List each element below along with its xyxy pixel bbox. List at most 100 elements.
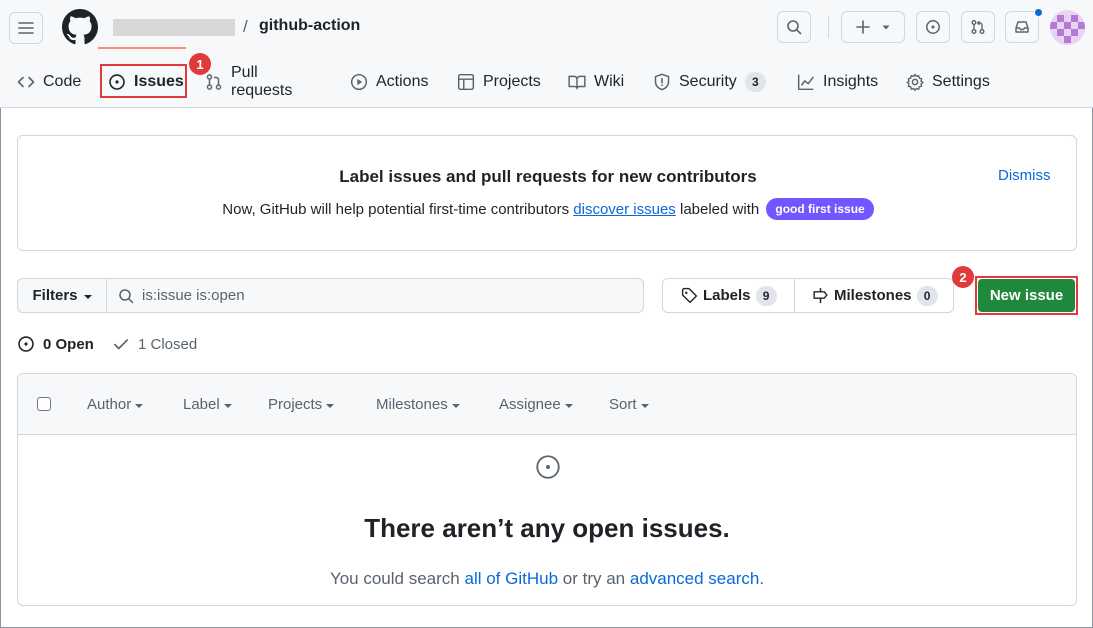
sort-dropdown[interactable]: Sort [609, 396, 649, 413]
user-avatar[interactable] [1050, 10, 1085, 45]
repo-name-link[interactable]: github-action [259, 17, 360, 35]
labels-button[interactable]: Labels 9 [681, 279, 777, 312]
all-of-github-link[interactable]: all of GitHub [464, 569, 558, 588]
book-icon [568, 75, 586, 90]
security-counter: 3 [744, 72, 766, 92]
git-pull-request-icon [971, 20, 985, 34]
tab-security-label: Security [679, 73, 737, 90]
sort-label: Sort [609, 396, 637, 413]
tab-pull-requests[interactable]: Pull requests [205, 64, 292, 99]
tab-settings-label: Settings [932, 73, 990, 90]
search-query: is:issue is:open [142, 287, 245, 304]
discover-issues-link[interactable]: discover issues [573, 201, 676, 218]
closed-issues-toggle[interactable]: 1 Closed [112, 335, 197, 353]
caret-down-icon [326, 403, 335, 408]
tag-icon [681, 287, 698, 304]
git-pull-request-icon [206, 74, 222, 90]
create-new-button[interactable] [841, 11, 905, 43]
your-pull-requests-button[interactable] [961, 11, 995, 43]
projects-filter[interactable]: Projects [268, 396, 335, 413]
author-filter-label: Author [87, 396, 132, 413]
banner-body-text: Now, GitHub will help potential first-ti… [222, 201, 570, 218]
your-issues-button[interactable] [916, 11, 950, 43]
milestones-filter[interactable]: Milestones [376, 396, 460, 413]
open-count: 0 Open [43, 335, 94, 353]
blankslate-mid: or try an [562, 569, 626, 588]
blankslate-prefix: You could search [329, 569, 460, 588]
button-group-divider [794, 279, 795, 312]
filter-bar: Filters is:issue is:open [17, 278, 644, 313]
milestones-button[interactable]: Milestones 0 [812, 279, 938, 312]
tab-security[interactable]: Security 3 [653, 70, 766, 94]
menu-button[interactable] [9, 12, 43, 44]
notification-indicator [1034, 8, 1043, 17]
caret-down-icon [83, 294, 92, 299]
gear-icon [906, 73, 924, 91]
caret-down-icon [640, 403, 649, 408]
code-icon [17, 76, 35, 88]
closed-count: 1 Closed [138, 335, 198, 353]
tab-insights-label: Insights [823, 73, 879, 90]
tab-code[interactable]: Code [17, 70, 81, 94]
search-button[interactable] [777, 11, 811, 43]
banner-body: Now, GitHub will help potential first-ti… [18, 198, 1078, 220]
play-icon [350, 73, 368, 91]
labels-milestones-group: Labels 9 Milestones 0 [662, 278, 954, 313]
projects-filter-label: Projects [268, 396, 323, 413]
shield-icon [654, 73, 670, 91]
issues-tab-highlight [100, 64, 187, 98]
github-logo-icon[interactable] [62, 9, 98, 45]
filters-dropdown-button[interactable]: Filters [18, 279, 107, 312]
search-icon [119, 288, 134, 303]
table-icon [457, 73, 475, 91]
milestones-count: 0 [916, 285, 938, 306]
tab-actions[interactable]: Actions [350, 70, 428, 94]
milestones-filter-label: Milestones [376, 396, 448, 413]
breadcrumb-separator: / [243, 17, 248, 36]
blankslate-title: There aren’t any open issues. [364, 513, 730, 543]
repo-owner-redacted[interactable] [113, 19, 235, 36]
issues-list-header: Author Label Projects Milestones Assigne… [18, 374, 1076, 435]
issue-opened-icon [18, 336, 34, 352]
banner-title: Label issues and pull requests for new c… [339, 167, 757, 186]
triangle-down-icon [882, 25, 890, 30]
step-marker-1: 1 [189, 53, 211, 75]
inbox-button[interactable] [1005, 11, 1039, 43]
step-marker-2: 2 [952, 266, 974, 288]
tab-projects-label: Projects [483, 73, 541, 90]
blankslate-text: You could search all of GitHub or try an… [18, 569, 1076, 589]
search-icon [787, 20, 802, 35]
labels-count: 9 [755, 285, 777, 306]
issue-opened-icon [536, 455, 560, 479]
tab-projects[interactable]: Projects [457, 70, 541, 94]
tab-actions-label: Actions [376, 73, 429, 90]
good-first-issue-label: good first issue [766, 198, 874, 220]
select-all-checkbox[interactable] [37, 397, 51, 411]
advanced-search-link[interactable]: advanced search. [630, 569, 764, 588]
issues-list: Author Label Projects Milestones Assigne… [17, 373, 1077, 606]
filters-label: Filters [32, 287, 78, 304]
contributor-banner: Label issues and pull requests for new c… [17, 135, 1077, 251]
tab-settings[interactable]: Settings [906, 70, 990, 94]
tab-insights[interactable]: Insights [797, 70, 878, 94]
tab-code-label: Code [43, 73, 82, 90]
dismiss-button[interactable]: Dismiss [998, 167, 1051, 184]
labels-label: Labels [703, 287, 751, 304]
assignee-filter-label: Assignee [499, 396, 561, 413]
assignee-filter[interactable]: Assignee [499, 396, 573, 413]
header-divider [828, 16, 829, 38]
tab-pull-requests-label: Pull requests [231, 64, 293, 99]
caret-down-icon [451, 403, 460, 408]
label-filter-label: Label [183, 396, 220, 413]
author-filter[interactable]: Author [87, 396, 144, 413]
plus-icon [856, 20, 870, 34]
issue-opened-icon [926, 20, 940, 34]
tab-wiki-label: Wiki [594, 73, 625, 90]
issue-search-input[interactable]: is:issue is:open [108, 279, 643, 312]
tab-wiki[interactable]: Wiki [568, 70, 624, 94]
label-filter[interactable]: Label [183, 396, 232, 413]
open-issues-toggle[interactable]: 0 Open [17, 335, 94, 353]
caret-down-icon [135, 403, 144, 408]
new-issue-highlight [975, 276, 1078, 315]
caret-down-icon [223, 403, 232, 408]
